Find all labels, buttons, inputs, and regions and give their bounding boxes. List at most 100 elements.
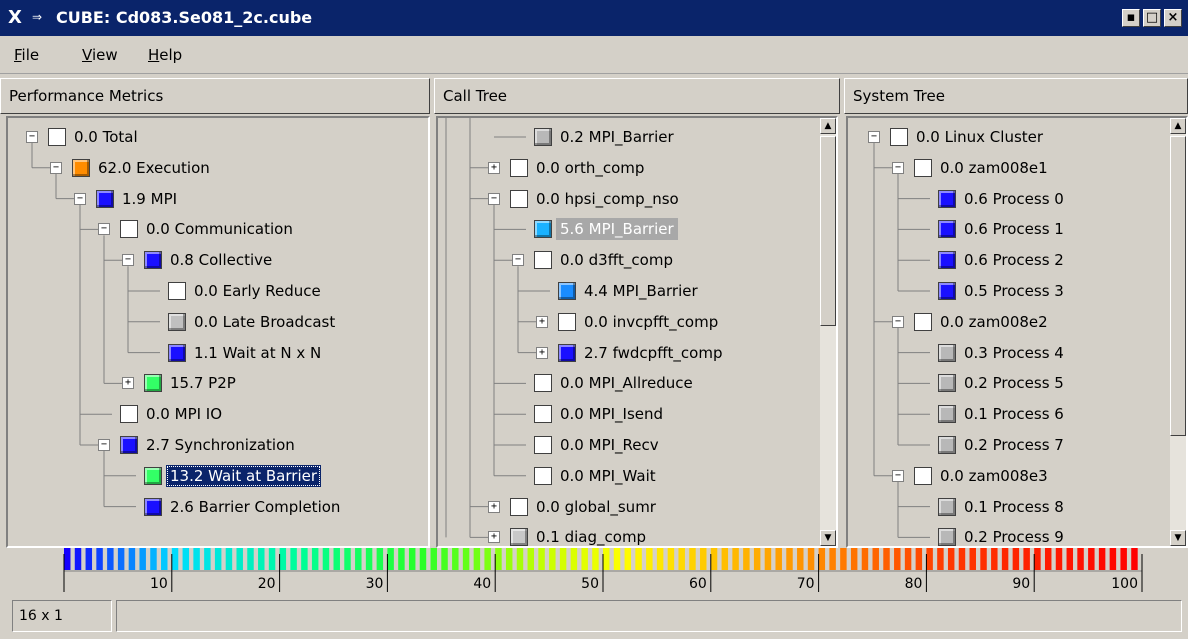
tree-node-label[interactable]: 5.6 MPI_Barrier — [556, 218, 678, 241]
tree-node[interactable]: +2.7 fwdcpfft_comp — [438, 342, 836, 364]
arrow-up-icon[interactable]: ▲ — [1170, 118, 1186, 134]
minus-icon[interactable]: − — [892, 469, 904, 482]
plus-icon[interactable]: + — [122, 377, 134, 390]
tree-node-label[interactable]: 0.0 Linux Cluster — [912, 126, 1047, 148]
minus-icon[interactable]: − — [512, 254, 524, 267]
arrow-down-icon[interactable]: ▼ — [820, 530, 836, 546]
tree-node[interactable]: − 62.0 Execution — [8, 157, 428, 179]
tree-node[interactable]: 0.0 MPI_Allreduce — [438, 372, 836, 394]
menu-file[interactable]: File — [14, 46, 39, 64]
tree-node-label[interactable]: 0.8 Collective — [166, 249, 276, 271]
tree-node[interactable]: − 2.7 Synchronization — [8, 434, 428, 456]
tree-node-label[interactable]: 0.2 Process 9 — [960, 526, 1068, 546]
tree-node[interactable]: 0.0 MPI_Isend — [438, 403, 836, 425]
tree-node[interactable]: 0.2 Process 9 — [848, 526, 1186, 546]
menu-view[interactable]: View — [82, 46, 118, 64]
plus-icon[interactable]: + — [536, 346, 548, 359]
tree-node[interactable]: 0.0 MPI IO — [8, 403, 428, 425]
tree-node-label[interactable]: 0.2 MPI_Barrier — [556, 126, 678, 148]
tree-node-label[interactable]: 0.0 global_sumr — [532, 496, 660, 518]
tree-node[interactable]: 5.6 MPI_Barrier — [438, 218, 836, 241]
tree-node[interactable]: 0.0 Late Broadcast — [8, 311, 428, 333]
tree-node-label[interactable]: 62.0 Execution — [94, 157, 214, 179]
tree-node[interactable]: +0.0 orth_comp — [438, 157, 836, 179]
tree-node[interactable]: 4.4 MPI_Barrier — [438, 280, 836, 302]
tree-node[interactable]: 0.2 MPI_Barrier — [438, 126, 836, 148]
minus-icon[interactable]: − — [26, 131, 38, 143]
tree-node-label[interactable]: 0.0 Early Reduce — [190, 280, 325, 302]
scrollbar-thumb[interactable] — [820, 136, 836, 326]
tree-node[interactable]: 13.2 Wait at Barrier — [8, 464, 428, 487]
tree-node[interactable]: − 0.0 hpsi_comp_nso — [438, 188, 836, 210]
tree-node-label[interactable]: 1.1 Wait at N x N — [190, 342, 325, 364]
plus-icon[interactable]: + — [488, 161, 500, 174]
tree-node[interactable]: 0.1 Process 6 — [848, 403, 1186, 425]
minus-icon[interactable]: − — [892, 315, 904, 328]
minus-icon[interactable]: − — [122, 254, 134, 267]
tree-node-label[interactable]: 0.0 hpsi_comp_nso — [532, 188, 683, 210]
tree-node[interactable]: 2.6 Barrier Completion — [8, 496, 428, 518]
tree-node-label[interactable]: 15.7 P2P — [166, 372, 240, 394]
tree-node-label[interactable]: 0.6 Process 1 — [960, 218, 1068, 240]
tree-node-label[interactable]: 0.0 zam008e1 — [936, 157, 1052, 179]
minus-icon[interactable]: − — [98, 439, 110, 451]
tree-node-label[interactable]: 0.0 invcpfft_comp — [580, 311, 722, 333]
tree-node-label[interactable]: 0.2 Process 5 — [960, 372, 1068, 394]
minus-icon[interactable]: − — [868, 131, 880, 143]
tree-node[interactable]: +15.7 P2P — [8, 372, 428, 394]
minus-icon[interactable]: − — [98, 223, 110, 236]
tree-node[interactable]: − 0.0 d3fft_comp — [438, 249, 836, 271]
tree-node-label[interactable]: 0.1 Process 6 — [960, 403, 1068, 425]
tree-node-label[interactable]: 0.0 Communication — [142, 218, 297, 240]
system-tree-pane[interactable]: −0.0 Linux Cluster −0.0 zam008e1 0.6 Proce… — [846, 116, 1188, 548]
tree-node[interactable]: +0.0 invcpfft_comp — [438, 311, 836, 333]
tree-node-label[interactable]: 0.0 d3fft_comp — [556, 249, 677, 271]
scrollbar-thumb[interactable] — [1170, 136, 1186, 436]
x-logo-icon[interactable]: X — [8, 8, 30, 28]
tree-node[interactable]: − 0.0 zam008e3 — [848, 465, 1186, 487]
menu-help[interactable]: Help — [148, 46, 182, 64]
vertical-scrollbar[interactable]: ▲ ▼ — [1170, 118, 1186, 546]
tree-node-label[interactable]: 0.0 zam008e2 — [936, 311, 1052, 333]
tree-node-label[interactable]: 0.3 Process 4 — [960, 342, 1068, 364]
maximize-button[interactable]: □ — [1143, 9, 1161, 27]
tree-node-label[interactable]: 4.4 MPI_Barrier — [580, 280, 702, 302]
metrics-tree-pane[interactable]: −0.0 Total −62.0 Execution −1.9 MPI −0.0 Co… — [6, 116, 430, 548]
tree-node-label[interactable]: 0.5 Process 3 — [960, 280, 1068, 302]
tree-node[interactable]: 0.0 Early Reduce — [8, 280, 428, 302]
tree-node-label[interactable]: 0.2 Process 7 — [960, 434, 1068, 456]
plus-icon[interactable]: + — [488, 500, 500, 513]
tree-node[interactable]: 1.1 Wait at N x N — [8, 342, 428, 364]
tree-node-label[interactable]: 2.7 Synchronization — [142, 434, 299, 456]
tree-node-label[interactable]: 0.0 MPI_Isend — [556, 403, 667, 425]
systemtree-header[interactable]: System Tree — [844, 78, 1188, 114]
tree-node[interactable]: 0.6 Process 0 — [848, 188, 1186, 210]
tree-node[interactable]: 0.6 Process 1 — [848, 218, 1186, 240]
tree-node-label[interactable]: 0.0 orth_comp — [532, 157, 648, 179]
tree-node-label[interactable]: 0.1 diag_comp — [532, 526, 650, 546]
minimize-button[interactable]: ▪ — [1122, 9, 1140, 27]
tree-node-label[interactable]: 1.9 MPI — [118, 188, 181, 210]
tree-node-label[interactable]: 0.0 Late Broadcast — [190, 311, 339, 333]
tree-node[interactable]: 0.0 MPI_Recv — [438, 434, 836, 456]
tree-node-label[interactable]: 0.0 Total — [70, 126, 142, 148]
plus-icon[interactable]: + — [536, 315, 548, 328]
minus-icon[interactable]: − — [488, 192, 500, 205]
title-bar[interactable]: X ⇒ CUBE: Cd083.Se081_2c.cube ▪ □ × — [0, 0, 1188, 36]
arrow-up-icon[interactable]: ▲ — [820, 118, 836, 134]
calltree-header[interactable]: Call Tree — [434, 78, 840, 114]
tree-node-label[interactable]: 0.6 Process 0 — [960, 188, 1068, 210]
tree-node[interactable]: 0.5 Process 3 — [848, 280, 1186, 302]
minus-icon[interactable]: − — [892, 161, 904, 174]
tree-node-label[interactable]: 0.0 MPI_Recv — [556, 434, 663, 456]
tree-node[interactable]: 0.0 MPI_Wait — [438, 465, 836, 487]
tree-node[interactable]: − 0.0 Communication — [8, 218, 428, 240]
tree-node-label[interactable]: 0.0 zam008e3 — [936, 465, 1052, 487]
tree-node-label[interactable]: 13.2 Wait at Barrier — [166, 464, 322, 487]
tree-node[interactable]: − 0.0 zam008e1 — [848, 157, 1186, 179]
window-menu-icon[interactable]: ⇒ — [32, 10, 50, 24]
tree-node[interactable]: − 0.0 Linux Cluster — [848, 126, 1186, 148]
tree-node-label[interactable]: 0.6 Process 2 — [960, 249, 1068, 271]
tree-node[interactable]: +0.0 global_sumr — [438, 496, 836, 518]
tree-node-label[interactable]: 2.6 Barrier Completion — [166, 496, 344, 518]
